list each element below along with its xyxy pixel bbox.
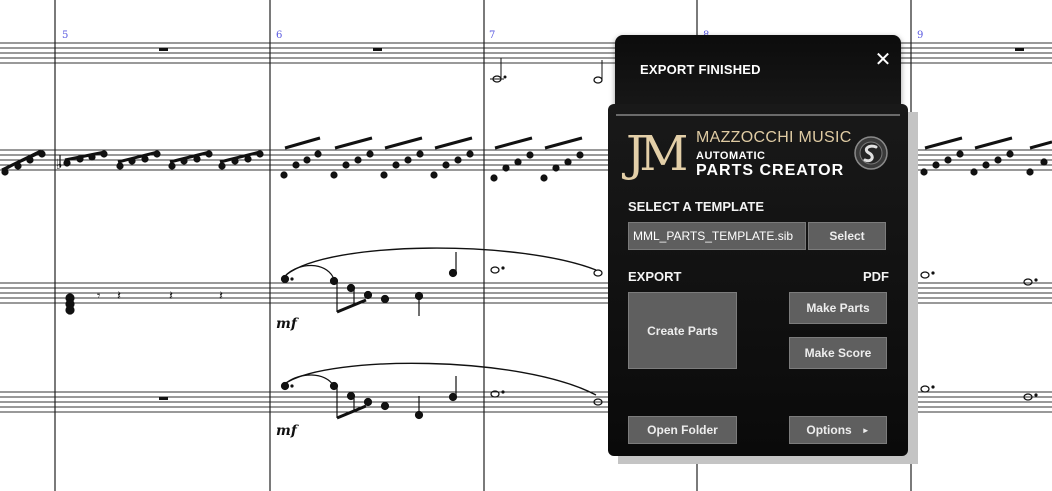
pdf-section-label: PDF — [863, 269, 889, 284]
svg-text:𝄽: 𝄽 — [169, 289, 173, 304]
svg-text:𝄽: 𝄽 — [117, 289, 121, 304]
measure-number: 9 — [917, 30, 923, 41]
create-parts-button[interactable]: Create Parts — [628, 292, 737, 369]
select-template-button[interactable]: Select — [808, 222, 886, 250]
export-section-label: EXPORT — [628, 269, 682, 284]
measure-number: 6 — [276, 30, 282, 41]
staff-1-notes — [490, 58, 603, 84]
parts-creator-panel: JM MAZZOCCHI MUSIC AUTOMATIC PARTS CREAT… — [608, 104, 908, 456]
make-score-button[interactable]: Make Score — [789, 337, 887, 369]
open-folder-button[interactable]: Open Folder — [628, 416, 737, 444]
swirl-seal-icon — [854, 136, 888, 170]
brand-subtitle: AUTOMATIC — [696, 150, 766, 162]
svg-text:𝄽: 𝄽 — [219, 289, 223, 304]
product-name: PARTS CREATOR — [696, 162, 845, 179]
template-section-label: SELECT A TEMPLATE — [628, 199, 765, 214]
measure-number: 5 — [62, 30, 68, 41]
close-icon[interactable]: ✕ — [874, 50, 892, 70]
brand-name: MAZZOCCHI MUSIC — [696, 129, 852, 146]
jm-logo: JM — [626, 126, 688, 182]
svg-text:𝄾: 𝄾 — [97, 289, 101, 304]
options-label: Options — [806, 423, 852, 437]
caret-right-icon: ► — [861, 425, 870, 435]
popup-title: EXPORT FINISHED — [640, 62, 761, 77]
options-button[interactable]: Options ► — [789, 416, 887, 444]
dynamic-marking: mf — [276, 423, 300, 439]
template-field[interactable]: MML_PARTS_TEMPLATE.sib — [628, 222, 806, 250]
panel-divider — [616, 114, 900, 116]
svg-text:♭: ♭ — [56, 157, 63, 173]
make-parts-button[interactable]: Make Parts — [789, 292, 887, 324]
dynamic-marking: mf — [276, 316, 300, 332]
measure-number: 7 — [489, 30, 495, 41]
